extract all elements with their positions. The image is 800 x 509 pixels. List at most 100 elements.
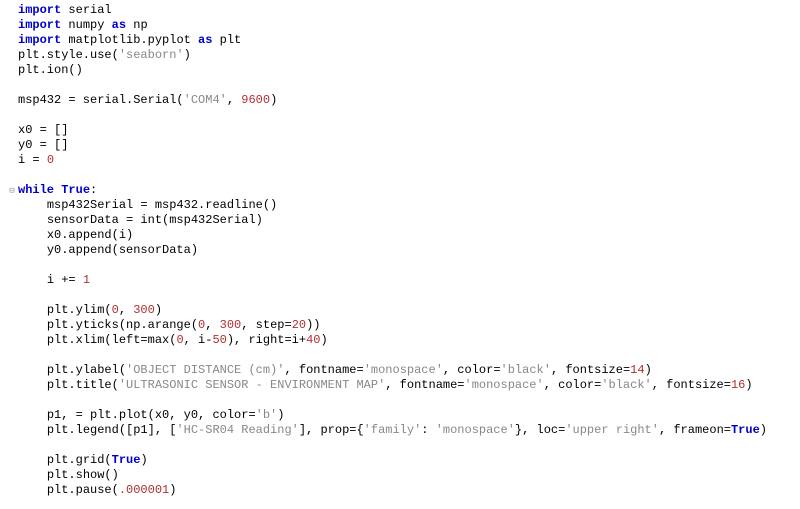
code-line[interactable] xyxy=(18,108,800,123)
token: import xyxy=(18,33,68,47)
token: plt.legend([p1], [ xyxy=(47,423,177,437)
token: 0 xyxy=(47,153,54,167)
code-line[interactable]: plt.title('ULTRASONIC SENSOR - ENVIRONME… xyxy=(18,378,800,393)
code-line[interactable] xyxy=(18,78,800,93)
code-line[interactable]: y0.append(sensorData) xyxy=(18,243,800,258)
token: y0 = [] xyxy=(18,138,68,152)
token: while xyxy=(18,183,61,197)
code-line[interactable]: plt.ion() xyxy=(18,63,800,78)
token: ) xyxy=(169,483,176,497)
token: plt.show() xyxy=(47,468,119,482)
code-line[interactable]: plt.yticks(np.arange(0, 300, step=20)) xyxy=(18,318,800,333)
token: 0 xyxy=(176,333,183,347)
token: 'seaborn' xyxy=(119,48,184,62)
token: 300 xyxy=(220,318,242,332)
code-line[interactable]: import serial xyxy=(18,3,800,18)
code-line[interactable]: plt.grid(True) xyxy=(18,453,800,468)
token: numpy xyxy=(68,18,111,32)
code-line[interactable]: plt.legend([p1], ['HC-SR04 Reading'], pr… xyxy=(18,423,800,438)
token: plt.title( xyxy=(47,378,119,392)
token: True xyxy=(61,183,90,197)
token: 300 xyxy=(133,303,155,317)
token: as xyxy=(112,18,134,32)
code-line[interactable]: x0 = [] xyxy=(18,123,800,138)
token: matplotlib.pyplot xyxy=(68,33,198,47)
token: plt.ylim( xyxy=(47,303,112,317)
token: , color= xyxy=(544,378,602,392)
token: }, loc= xyxy=(515,423,565,437)
token: 'b' xyxy=(256,408,278,422)
code-line[interactable]: import numpy as np xyxy=(18,18,800,33)
token: i += xyxy=(47,273,83,287)
token: 'ULTRASONIC SENSOR - ENVIRONMENT MAP' xyxy=(119,378,385,392)
token: : xyxy=(90,183,97,197)
code-line[interactable]: x0.append(i) xyxy=(18,228,800,243)
token: , frameon= xyxy=(659,423,731,437)
token: 50 xyxy=(212,333,226,347)
code-line[interactable]: msp432Serial = msp432.readline() xyxy=(18,198,800,213)
code-line[interactable]: i = 0 xyxy=(18,153,800,168)
token: plt.ylabel( xyxy=(47,363,126,377)
token: 'monospace' xyxy=(436,423,515,437)
token: , xyxy=(227,93,241,107)
code-line[interactable]: i += 1 xyxy=(18,273,800,288)
token: ) xyxy=(184,48,191,62)
token: ) xyxy=(155,303,162,317)
token: ) xyxy=(645,363,652,377)
code-line[interactable]: plt.style.use('seaborn') xyxy=(18,48,800,63)
token: 'HC-SR04 Reading' xyxy=(176,423,298,437)
token: 'COM4' xyxy=(184,93,227,107)
token: 1 xyxy=(83,273,90,287)
code-line[interactable] xyxy=(18,168,800,183)
code-line[interactable]: sensorData = int(msp432Serial) xyxy=(18,213,800,228)
token: 0 xyxy=(112,303,119,317)
token: .000001 xyxy=(119,483,169,497)
code-line[interactable]: p1, = plt.plot(x0, y0, color='b') xyxy=(18,408,800,423)
token: as xyxy=(198,33,220,47)
token: 40 xyxy=(306,333,320,347)
code-line[interactable]: plt.xlim(left=max(0, i-50), right=i+40) xyxy=(18,333,800,348)
fold-toggle-icon[interactable]: ⊟ xyxy=(8,187,16,195)
code-line[interactable] xyxy=(18,348,800,363)
code-line[interactable]: plt.ylim(0, 300) xyxy=(18,303,800,318)
token: import xyxy=(18,18,68,32)
code-line[interactable] xyxy=(18,438,800,453)
token: ) xyxy=(320,333,327,347)
token: plt.yticks(np.arange( xyxy=(47,318,198,332)
code-line[interactable]: plt.ylabel('OBJECT DISTANCE (cm)', fontn… xyxy=(18,363,800,378)
editor-gutter xyxy=(0,3,8,498)
token: , fontsize= xyxy=(652,378,731,392)
code-line[interactable]: import matplotlib.pyplot as plt xyxy=(18,33,800,48)
token: ) xyxy=(745,378,752,392)
code-line[interactable]: plt.show() xyxy=(18,468,800,483)
code-line[interactable] xyxy=(18,258,800,273)
token: ) xyxy=(760,423,767,437)
code-line[interactable]: while True: xyxy=(18,183,800,198)
token: 'family' xyxy=(364,423,422,437)
token: msp432 = serial.Serial( xyxy=(18,93,184,107)
code-area[interactable]: import serialimport numpy as npimport ma… xyxy=(16,3,800,498)
code-line[interactable]: msp432 = serial.Serial('COM4', 9600) xyxy=(18,93,800,108)
code-line[interactable] xyxy=(18,288,800,303)
token: 'black' xyxy=(601,378,651,392)
code-line[interactable]: plt.pause(.000001) xyxy=(18,483,800,498)
token: np xyxy=(133,18,147,32)
token: 'monospace' xyxy=(364,363,443,377)
token: plt.xlim(left=max( xyxy=(47,333,177,347)
token: )) xyxy=(306,318,320,332)
token: 20 xyxy=(292,318,306,332)
token: 'OBJECT DISTANCE (cm)' xyxy=(126,363,284,377)
code-line[interactable]: y0 = [] xyxy=(18,138,800,153)
token: 14 xyxy=(630,363,644,377)
token: 16 xyxy=(731,378,745,392)
code-editor[interactable]: ⊟ import serialimport numpy as npimport … xyxy=(0,0,800,501)
token: ) xyxy=(277,408,284,422)
token: : xyxy=(421,423,435,437)
code-line[interactable] xyxy=(18,393,800,408)
token: 'monospace' xyxy=(465,378,544,392)
fold-column[interactable]: ⊟ xyxy=(8,3,16,498)
token: ) xyxy=(270,93,277,107)
token: ), right=i+ xyxy=(227,333,306,347)
token: plt.style.use( xyxy=(18,48,119,62)
token: ], prop={ xyxy=(299,423,364,437)
